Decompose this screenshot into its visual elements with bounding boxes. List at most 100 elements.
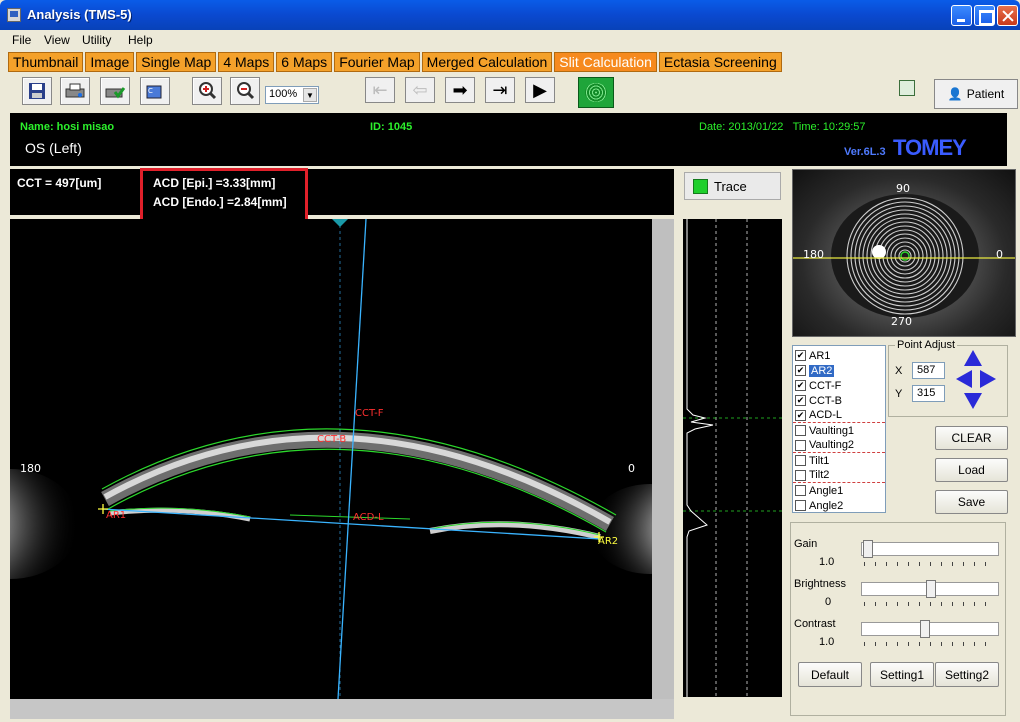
checkbox[interactable] xyxy=(795,455,806,466)
angle-label-0: 0 xyxy=(628,462,635,475)
print-button[interactable] xyxy=(60,77,90,105)
minimize-button[interactable] xyxy=(951,5,972,26)
checkbox[interactable]: ✔ xyxy=(795,380,806,391)
printer-icon xyxy=(61,78,89,104)
exam-date: Date: 2013/01/22 Time: 10:29:57 xyxy=(699,121,866,133)
checkbox[interactable]: ✔ xyxy=(795,409,806,421)
zoom-in-button[interactable] xyxy=(192,77,222,105)
last-button[interactable]: ⇥ xyxy=(485,77,515,103)
y-label: Y xyxy=(895,388,903,400)
point-angle2[interactable]: Angle2 xyxy=(793,498,885,513)
zoom-select[interactable]: 100% ▼ xyxy=(265,86,319,104)
setting2-button[interactable]: Setting2 xyxy=(935,662,999,687)
top-marker xyxy=(332,219,348,227)
arrow-up-icon[interactable] xyxy=(964,350,982,366)
default-button[interactable]: Default xyxy=(798,662,862,687)
export-button[interactable]: C xyxy=(140,77,170,105)
acd-epi-value: ACD [Epi.] =3.33[mm] xyxy=(153,176,276,190)
checkbox[interactable] xyxy=(795,500,806,511)
checkbox[interactable] xyxy=(795,425,806,436)
point-angle1[interactable]: Angle1 xyxy=(793,483,885,498)
patient-name: Name: hosi misao xyxy=(20,121,115,133)
gain-slider-thumb[interactable] xyxy=(863,540,873,558)
arrow-left-icon: ⇦ xyxy=(412,79,428,100)
point-vaulting1[interactable]: Vaulting1 xyxy=(793,423,885,438)
checkbox[interactable] xyxy=(795,469,806,481)
point-acd-l[interactable]: ✔ ACD-L xyxy=(793,408,885,423)
arrow-right-icon[interactable] xyxy=(980,370,996,388)
maximize-button[interactable] xyxy=(974,5,995,26)
zoom-out-button[interactable] xyxy=(230,77,260,105)
save-file-button[interactable] xyxy=(22,77,52,105)
tab-ectasia-screening[interactable]: Ectasia Screening xyxy=(658,52,782,72)
eye-thumbnail[interactable]: 90 180 0 270 xyxy=(792,169,1016,337)
close-button[interactable] xyxy=(997,5,1018,26)
measurement-bar: CCT = 497[um] xyxy=(10,169,674,215)
y-field[interactable]: 315 xyxy=(912,385,945,402)
arrow-left-icon[interactable] xyxy=(956,370,972,388)
tab-fourier-map[interactable]: Fourier Map xyxy=(334,52,420,72)
tab-4-maps[interactable]: 4 Maps xyxy=(218,52,275,72)
slit-view-button[interactable] xyxy=(578,77,614,108)
tab-6-maps[interactable]: 6 Maps xyxy=(276,52,333,72)
thumb-label-0: 0 xyxy=(996,248,1003,261)
horizontal-scrollbar[interactable] xyxy=(10,699,674,719)
menu-help[interactable]: Help xyxy=(128,33,153,47)
clear-button[interactable]: CLEAR xyxy=(935,426,1008,450)
tab-merged-calculation[interactable]: Merged Calculation xyxy=(421,52,553,72)
play-button[interactable]: ▶ xyxy=(525,77,555,103)
point-tilt1[interactable]: Tilt1 xyxy=(793,453,885,468)
slit-image[interactable]: CCT-F CCT-B ACD-L AR1 AR2 180 0 xyxy=(10,219,674,699)
tab-thumbnail[interactable]: Thumbnail xyxy=(8,52,84,72)
app-icon[interactable] xyxy=(7,8,21,22)
tab-slit-calculation[interactable]: Slit Calculation xyxy=(554,52,657,72)
brightness-slider-thumb[interactable] xyxy=(926,580,936,598)
print-check-button[interactable] xyxy=(100,77,130,105)
next-button[interactable]: ➡ xyxy=(445,77,475,103)
tab-bar: Thumbnail Image Single Map 4 Maps 6 Maps… xyxy=(8,52,782,72)
point-cct-f[interactable]: ✔ CCT-F xyxy=(793,378,885,393)
patient-button[interactable]: 👤 Patient xyxy=(934,79,1018,109)
x-field[interactable]: 587 xyxy=(912,362,945,379)
checkbox[interactable]: ✔ xyxy=(795,350,806,361)
first-icon: ⇤ xyxy=(372,79,388,100)
load-button[interactable]: Load xyxy=(935,458,1008,482)
contrast-slider[interactable] xyxy=(861,622,999,636)
prev-button[interactable]: ⇦ xyxy=(405,77,435,103)
arrow-down-icon[interactable] xyxy=(964,393,982,409)
menu-utility[interactable]: Utility xyxy=(82,33,111,47)
vertical-scrollbar[interactable] xyxy=(652,219,674,699)
save-button[interactable]: Save xyxy=(935,490,1008,514)
point-vaulting2[interactable]: Vaulting2 xyxy=(793,438,885,453)
iris-left xyxy=(109,507,251,522)
center-axis xyxy=(337,219,367,699)
point-list: ✔ AR1 ✔ AR2 ✔ CCT-F ✔ CCT-B ✔ ACD-L Vaulting1… xyxy=(792,345,886,513)
setting1-button[interactable]: Setting1 xyxy=(870,662,934,687)
brightness-ticks xyxy=(864,602,996,606)
trace-indicator xyxy=(693,178,708,194)
last-icon: ⇥ xyxy=(492,79,508,100)
checkbox[interactable] xyxy=(795,485,806,496)
trace-toggle[interactable]: Trace xyxy=(684,172,781,200)
list-icon[interactable] xyxy=(899,80,915,96)
tab-single-map[interactable]: Single Map xyxy=(136,52,217,72)
point-ar1[interactable]: ✔ AR1 xyxy=(793,348,885,363)
chevron-down-icon[interactable]: ▼ xyxy=(303,88,317,102)
checkbox[interactable]: ✔ xyxy=(795,365,806,376)
point-ar2[interactable]: ✔ AR2 xyxy=(793,363,885,378)
thumb-label-180: 180 xyxy=(803,248,824,261)
contrast-slider-thumb[interactable] xyxy=(920,620,930,638)
menu-view[interactable]: View xyxy=(44,33,70,47)
first-button[interactable]: ⇤ xyxy=(365,77,395,103)
tab-image[interactable]: Image xyxy=(85,52,135,72)
checkbox[interactable] xyxy=(795,439,806,451)
menu-file[interactable]: File xyxy=(12,33,31,47)
version-label: Ver.6L.3 xyxy=(844,146,886,158)
checkbox[interactable]: ✔ xyxy=(795,395,806,406)
point-tilt2[interactable]: Tilt2 xyxy=(793,468,885,483)
trace-label: Trace xyxy=(714,178,747,194)
point-cct-b[interactable]: ✔ CCT-B xyxy=(793,393,885,408)
window-title: Analysis (TMS-5) xyxy=(27,7,132,22)
gain-slider[interactable] xyxy=(861,542,999,556)
brand-logo: TOMEY xyxy=(893,135,967,160)
